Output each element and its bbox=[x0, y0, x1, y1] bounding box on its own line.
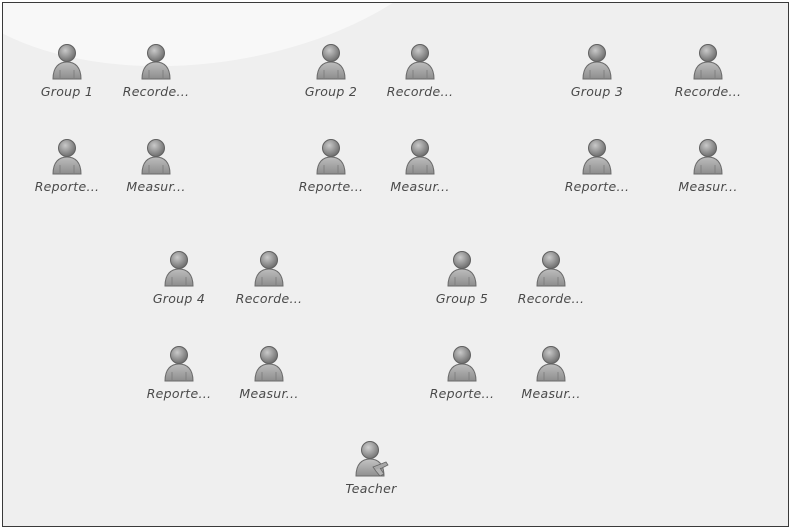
participant-item[interactable]: Measur... bbox=[380, 136, 460, 200]
user-icon bbox=[313, 41, 349, 81]
participant-item[interactable]: Measur... bbox=[668, 136, 748, 200]
participant-item[interactable]: Group 3 bbox=[557, 41, 637, 105]
user-icon bbox=[444, 248, 480, 288]
participant-label: Recorde... bbox=[386, 84, 454, 99]
participant-item[interactable]: Reporte... bbox=[139, 343, 219, 407]
participant-label: Measur... bbox=[390, 179, 450, 194]
participant-label: Group 1 bbox=[40, 84, 94, 99]
participant-item[interactable]: Recorde... bbox=[229, 248, 309, 312]
user-icon bbox=[49, 136, 85, 176]
participant-label: Reporte... bbox=[298, 179, 364, 194]
participant-item[interactable]: Reporte... bbox=[27, 136, 107, 200]
user-icon bbox=[49, 41, 85, 81]
user-icon bbox=[533, 343, 569, 383]
user-icon bbox=[533, 248, 569, 288]
participant-item[interactable]: Reporte... bbox=[422, 343, 502, 407]
user-icon bbox=[579, 41, 615, 81]
participant-item[interactable]: Measur... bbox=[511, 343, 591, 407]
participant-label: Group 5 bbox=[435, 291, 489, 306]
user-icon bbox=[138, 136, 174, 176]
user-icon bbox=[313, 136, 349, 176]
participant-item[interactable]: Reporte... bbox=[291, 136, 371, 200]
participant-label: Reporte... bbox=[564, 179, 630, 194]
participant-item[interactable]: Recorde... bbox=[380, 41, 460, 105]
participant-label: Measur... bbox=[678, 179, 738, 194]
user-icon bbox=[579, 136, 615, 176]
participant-item[interactable]: Reporte... bbox=[557, 136, 637, 200]
participant-label: Reporte... bbox=[146, 386, 212, 401]
user-icon bbox=[402, 41, 438, 81]
participant-item[interactable]: Measur... bbox=[116, 136, 196, 200]
participant-label: Measur... bbox=[126, 179, 186, 194]
user-icon bbox=[161, 343, 197, 383]
participant-label: Group 4 bbox=[152, 291, 206, 306]
participant-label: Group 2 bbox=[304, 84, 358, 99]
participant-label: Group 3 bbox=[570, 84, 624, 99]
participant-item[interactable]: Recorde... bbox=[116, 41, 196, 105]
participant-item[interactable]: Group 5 bbox=[422, 248, 502, 312]
participant-item[interactable]: Group 4 bbox=[139, 248, 219, 312]
teacher-item[interactable]: Teacher bbox=[331, 438, 411, 502]
participant-label: Recorde... bbox=[674, 84, 742, 99]
participant-label: Reporte... bbox=[429, 386, 495, 401]
user-icon bbox=[251, 343, 287, 383]
user-icon bbox=[138, 41, 174, 81]
user-icon bbox=[690, 136, 726, 176]
user-icon bbox=[402, 136, 438, 176]
participant-item[interactable]: Group 1 bbox=[27, 41, 107, 105]
participant-label: Recorde... bbox=[122, 84, 190, 99]
teacher-icon bbox=[353, 438, 389, 478]
user-icon bbox=[444, 343, 480, 383]
user-icon bbox=[251, 248, 287, 288]
participant-label: Measur... bbox=[521, 386, 581, 401]
participants-canvas: Group 1 Recorde... Group 2 Recorde... Group … bbox=[2, 2, 789, 527]
participant-label: Recorde... bbox=[235, 291, 303, 306]
participant-item[interactable]: Recorde... bbox=[668, 41, 748, 105]
participant-label: Reporte... bbox=[34, 179, 100, 194]
participant-label: Measur... bbox=[239, 386, 299, 401]
participant-item[interactable]: Group 2 bbox=[291, 41, 371, 105]
participant-item[interactable]: Recorde... bbox=[511, 248, 591, 312]
user-icon bbox=[690, 41, 726, 81]
user-icon bbox=[161, 248, 197, 288]
participant-label: Recorde... bbox=[517, 291, 585, 306]
participant-item[interactable]: Measur... bbox=[229, 343, 309, 407]
teacher-label: Teacher bbox=[345, 481, 397, 496]
